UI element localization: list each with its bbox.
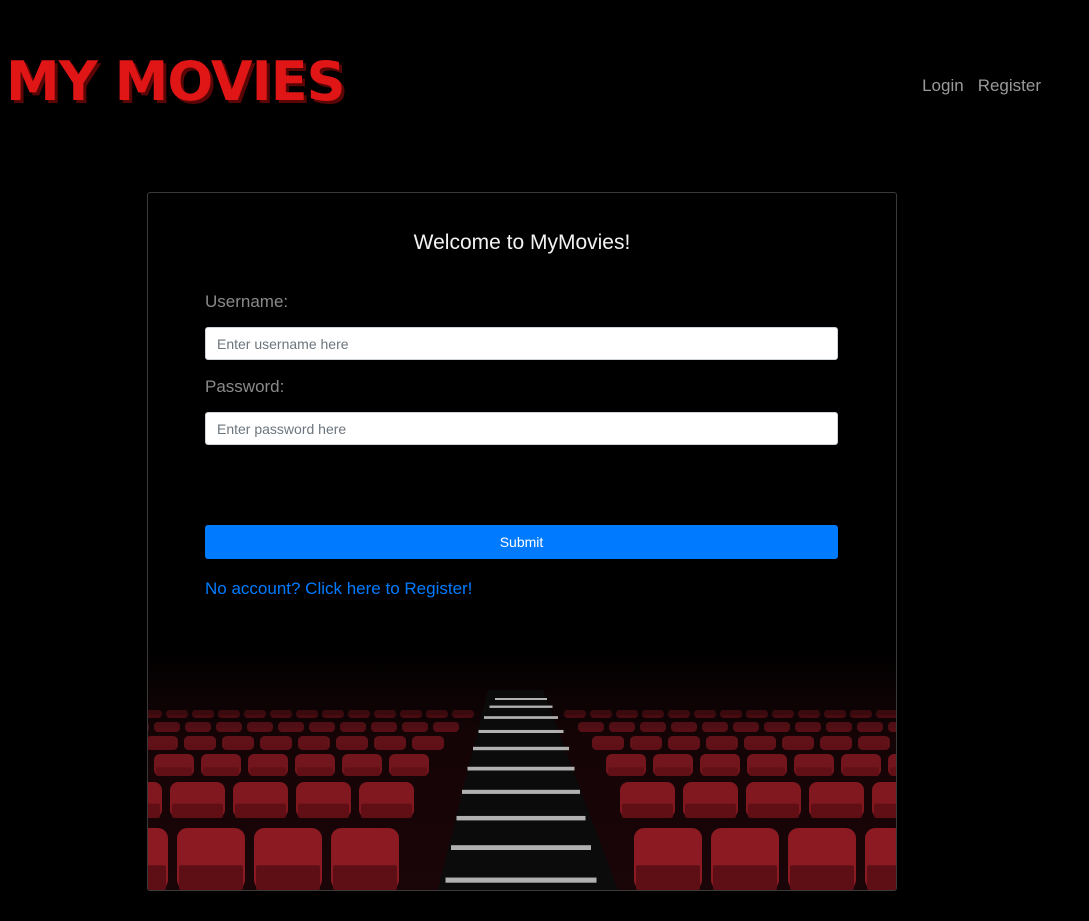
username-label: Username: xyxy=(205,292,289,311)
login-card: Welcome to MyMovies! Username: Password:… xyxy=(147,192,897,891)
nav-login-link[interactable]: Login xyxy=(922,76,964,96)
password-input[interactable] xyxy=(205,412,838,445)
username-input[interactable] xyxy=(205,327,838,360)
brand-logo[interactable]: MY MOVIES xyxy=(6,50,345,114)
cinema-seats-image xyxy=(148,650,896,890)
cinema-seats-illustration xyxy=(148,650,896,890)
submit-button[interactable]: Submit xyxy=(205,525,838,559)
welcome-heading: Welcome to MyMovies! xyxy=(413,231,631,254)
page: MY MOVIES Login Register Welcome to MyMo… xyxy=(0,0,1089,921)
top-nav: Login Register xyxy=(922,76,1041,96)
register-link[interactable]: No account? Click here to Register! xyxy=(205,579,472,599)
password-label: Password: xyxy=(205,377,285,396)
nav-register-link[interactable]: Register xyxy=(978,76,1041,96)
